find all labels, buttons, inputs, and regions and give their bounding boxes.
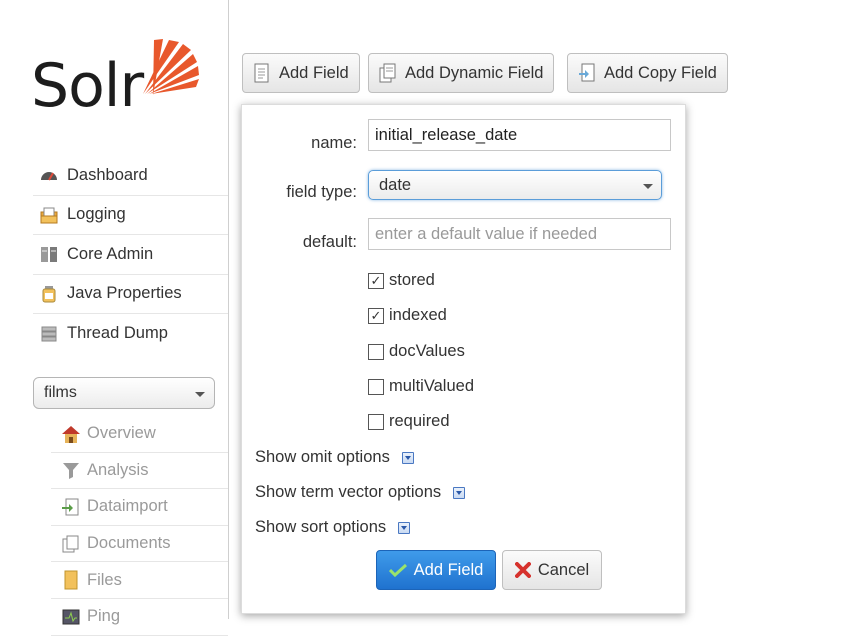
stored-checkbox[interactable]: ✓ stored [368, 271, 435, 290]
add-copy-field-button[interactable]: Add Copy Field [567, 53, 728, 93]
name-input[interactable]: initial_release_date [368, 119, 671, 151]
copy-document-icon [579, 63, 595, 82]
field-type-select[interactable]: date [368, 170, 662, 200]
main-nav: Dashboard Logging Core Admin Java Proper… [33, 156, 228, 354]
sidebar-item-analysis[interactable]: Analysis [51, 453, 228, 490]
field-type-value: date [379, 175, 412, 194]
add-dynamic-field-button[interactable]: Add Dynamic Field [368, 53, 555, 93]
indexed-checkbox[interactable]: ✓ indexed [368, 306, 447, 325]
checkmark-icon [388, 563, 407, 577]
thread-dump-icon [41, 326, 57, 342]
name-label: name: [311, 134, 357, 152]
java-properties-icon [42, 285, 56, 303]
sidebar-item-label: Overview [87, 424, 156, 443]
cancel-button[interactable]: Cancel [502, 550, 602, 590]
close-icon [514, 562, 531, 578]
sidebar-item-label: Logging [67, 205, 126, 224]
default-input[interactable]: enter a default value if needed [368, 218, 671, 250]
add-dynamic-field-label: Add Dynamic Field [405, 63, 544, 82]
checkbox-label: docValues [389, 342, 465, 360]
analysis-icon [63, 463, 79, 480]
add-field-submit-label: Add Field [413, 560, 484, 579]
expand-icon [401, 451, 414, 464]
multivalued-checkbox[interactable]: multiValued [368, 377, 474, 396]
sidebar-item-ping[interactable]: Ping [51, 599, 228, 636]
field-type-label: field type: [286, 183, 357, 201]
show-omit-options-label: Show omit options [255, 448, 390, 466]
checkbox-unchecked-icon [368, 378, 384, 395]
logo-text: Solr [31, 51, 144, 121]
sidebar-item-files[interactable]: Files [51, 562, 228, 599]
core-selector[interactable]: films [33, 377, 215, 409]
show-term-vector-options-toggle[interactable]: Show term vector options [255, 483, 466, 502]
documents-stack-icon [379, 63, 396, 83]
add-field-toolbar-label: Add Field [279, 63, 349, 82]
core-nav: Overview Analysis Dataimport Documents F… [51, 416, 228, 636]
docvalues-checkbox[interactable]: docValues [368, 342, 465, 361]
add-field-dialog: name: initial_release_date field type: d… [241, 104, 686, 614]
sidebar-item-label: Thread Dump [67, 324, 168, 343]
chevron-down-icon [643, 184, 653, 189]
document-icon [254, 63, 269, 83]
solr-logo[interactable]: Solr [31, 38, 206, 128]
sidebar-item-dataimport[interactable]: Dataimport [51, 489, 228, 526]
sidebar-item-documents[interactable]: Documents [51, 526, 228, 563]
documents-icon [62, 535, 79, 553]
overview-icon [62, 425, 80, 443]
logging-icon [40, 207, 58, 224]
expand-icon [398, 521, 411, 534]
sidebar-item-label: Ping [87, 607, 121, 626]
core-admin-icon [41, 247, 57, 263]
sidebar-item-label: Dataimport [87, 497, 168, 516]
checkbox-label: required [389, 412, 450, 430]
sidebar-item-java-properties[interactable]: Java Properties [33, 275, 228, 314]
add-copy-field-label: Add Copy Field [604, 63, 717, 82]
sidebar-item-label: Files [87, 570, 122, 589]
checkbox-checked-icon: ✓ [368, 272, 384, 289]
expand-icon [453, 486, 466, 499]
sidebar: Solr Dashboard Logging Core Admin Java P… [0, 0, 229, 636]
show-term-vector-options-label: Show term vector options [255, 483, 442, 501]
add-field-toolbar-button[interactable]: Add Field [242, 53, 360, 93]
required-checkbox[interactable]: required [368, 412, 450, 431]
checkbox-unchecked-icon [368, 343, 384, 360]
core-selector-value: films [44, 384, 77, 401]
add-field-submit-button[interactable]: Add Field [376, 550, 496, 590]
checkbox-checked-icon: ✓ [368, 307, 384, 324]
chevron-down-icon [195, 392, 205, 397]
show-omit-options-toggle[interactable]: Show omit options [255, 448, 414, 467]
logo-sunburst-icon [143, 39, 199, 95]
sidebar-item-label: Analysis [87, 460, 149, 479]
cancel-label: Cancel [537, 560, 590, 579]
sidebar-item-dashboard[interactable]: Dashboard [33, 156, 228, 196]
sidebar-item-label: Core Admin [67, 244, 154, 263]
files-icon [64, 570, 78, 590]
show-sort-options-toggle[interactable]: Show sort options [255, 518, 411, 537]
checkbox-unchecked-icon [368, 413, 384, 430]
sidebar-item-label: Documents [87, 534, 171, 553]
sidebar-item-label: Java Properties [67, 284, 182, 303]
checkbox-label: multiValued [389, 377, 474, 395]
ping-icon [62, 609, 80, 625]
default-label: default: [302, 233, 357, 251]
sidebar-item-logging[interactable]: Logging [33, 196, 228, 235]
checkbox-label: indexed [389, 306, 447, 324]
sidebar-item-core-admin[interactable]: Core Admin [33, 235, 228, 275]
dataimport-icon [62, 498, 79, 516]
sidebar-item-thread-dump[interactable]: Thread Dump [33, 314, 228, 354]
show-sort-options-label: Show sort options [255, 518, 387, 536]
sidebar-item-label: Dashboard [67, 165, 148, 184]
checkbox-label: stored [389, 271, 435, 289]
dashboard-icon [41, 172, 57, 181]
sidebar-item-overview[interactable]: Overview [51, 416, 228, 453]
